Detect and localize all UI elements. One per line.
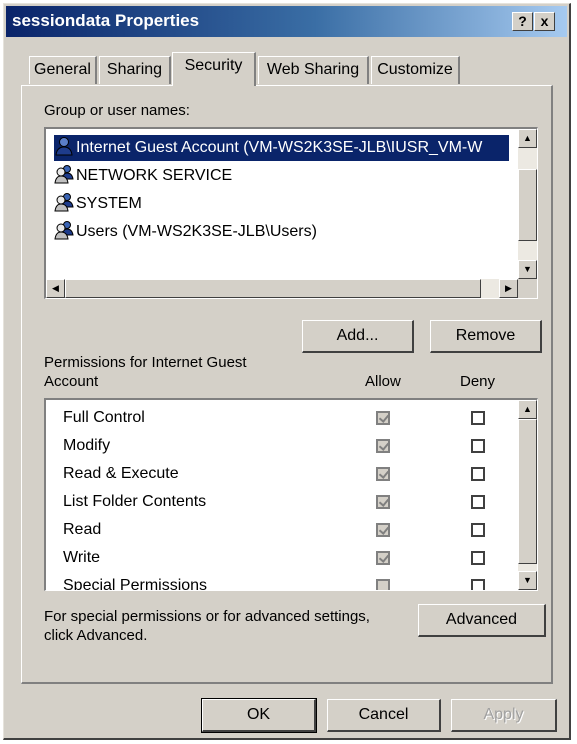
allow-checkbox[interactable] [376, 523, 390, 537]
tab-sharing[interactable]: Sharing [99, 56, 171, 84]
help-button[interactable]: ? [512, 12, 533, 31]
user-name: SYSTEM [76, 195, 142, 212]
allow-checkbox[interactable] [376, 495, 390, 509]
permissions-label: Permissions for Internet Guest [44, 354, 247, 371]
permissions-label-line2: Account [44, 373, 99, 390]
apply-button[interactable]: Apply [451, 699, 557, 732]
tab-security[interactable]: Security [172, 52, 256, 86]
security-panel: Group or user names: Internet Guest Acco… [21, 85, 553, 684]
scroll-left-icon[interactable]: ◀ [46, 279, 65, 298]
user-list-item[interactable]: SYSTEM [54, 191, 142, 217]
deny-checkbox[interactable] [471, 411, 485, 425]
remove-button[interactable]: Remove [430, 320, 542, 353]
deny-checkbox[interactable] [471, 523, 485, 537]
add-button[interactable]: Add... [302, 320, 414, 353]
deny-checkbox[interactable] [471, 579, 485, 590]
deny-column-header: Deny [460, 373, 496, 390]
ok-button-label: OK [246, 706, 271, 723]
user-list-item[interactable]: Users (VM-WS2K3SE-JLB\Users) [54, 219, 317, 245]
permission-name: Read & Execute [63, 465, 179, 482]
cancel-button[interactable]: Cancel [327, 699, 441, 732]
scroll-up-icon[interactable]: ▲ [518, 129, 537, 148]
remove-button-label: Remove [455, 327, 516, 344]
advanced-hint-text-line2: click Advanced. [44, 627, 148, 644]
advanced-hint-text: For special permissions or for advanced … [44, 608, 370, 625]
tab-web-sharing[interactable]: Web Sharing [258, 56, 369, 84]
window-title: sessiondata Properties [12, 11, 200, 30]
allow-checkbox[interactable] [376, 411, 390, 425]
cancel-button-label: Cancel [358, 706, 409, 723]
user-list[interactable]: Internet Guest Account (VM-WS2K3SE-JLB\I… [44, 127, 538, 299]
group-user-icon [54, 192, 74, 212]
deny-checkbox[interactable] [471, 495, 485, 509]
user-list-hscrollbar[interactable]: ◀ ▶ [46, 279, 518, 298]
properties-dialog: sessiondata Properties ? x General Shari… [3, 3, 571, 740]
scroll-up-icon[interactable]: ▲ [518, 400, 537, 419]
deny-checkbox[interactable] [471, 467, 485, 481]
advanced-button[interactable]: Advanced [418, 604, 546, 637]
group-or-user-names-label: Group or user names: [44, 102, 190, 119]
apply-button-label: Apply [483, 706, 524, 723]
scroll-thumb[interactable] [518, 169, 537, 241]
allow-checkbox[interactable] [376, 551, 390, 565]
deny-checkbox[interactable] [471, 551, 485, 565]
scroll-down-icon[interactable]: ▼ [518, 260, 537, 279]
permission-name: Read [63, 521, 102, 538]
permission-name: Special Permissions [63, 577, 208, 591]
permission-name: Modify [63, 437, 111, 454]
scroll-right-icon[interactable]: ▶ [499, 279, 518, 298]
allow-column-header: Allow [365, 373, 401, 390]
title-bar[interactable]: sessiondata Properties ? x [6, 6, 567, 37]
ok-button[interactable]: OK [201, 698, 317, 733]
allow-checkbox[interactable] [376, 579, 390, 590]
add-button-label: Add... [336, 327, 379, 344]
scroll-thumb[interactable] [518, 419, 537, 564]
permissions-vscrollbar[interactable]: ▲ ▼ [518, 400, 537, 590]
group-user-icon [54, 164, 74, 184]
user-name: NETWORK SERVICE [76, 167, 233, 184]
group-user-icon [54, 220, 74, 240]
advanced-button-label: Advanced [445, 611, 518, 628]
allow-checkbox[interactable] [376, 439, 390, 453]
scroll-corner [518, 279, 537, 298]
user-name: Internet Guest Account (VM-WS2K3SE-JLB\I… [76, 139, 483, 156]
user-list-vscrollbar[interactable]: ▲ ▼ [518, 129, 537, 279]
permission-name: Full Control [63, 409, 145, 426]
permissions-list[interactable]: Full Control Modify Read & Execute List … [44, 398, 538, 591]
single-user-icon [55, 136, 73, 156]
permission-name: Write [63, 549, 101, 566]
user-list-item[interactable]: NETWORK SERVICE [54, 163, 232, 189]
user-list-item[interactable]: Internet Guest Account (VM-WS2K3SE-JLB\I… [54, 135, 509, 161]
tab-customize[interactable]: Customize [371, 56, 460, 84]
scroll-thumb[interactable] [65, 279, 481, 298]
allow-checkbox[interactable] [376, 467, 390, 481]
user-name: Users (VM-WS2K3SE-JLB\Users) [76, 223, 317, 240]
tab-general[interactable]: General [29, 56, 97, 84]
close-button[interactable]: x [534, 12, 555, 31]
deny-checkbox[interactable] [471, 439, 485, 453]
permission-name: List Folder Contents [63, 493, 207, 510]
scroll-down-icon[interactable]: ▼ [518, 571, 537, 590]
